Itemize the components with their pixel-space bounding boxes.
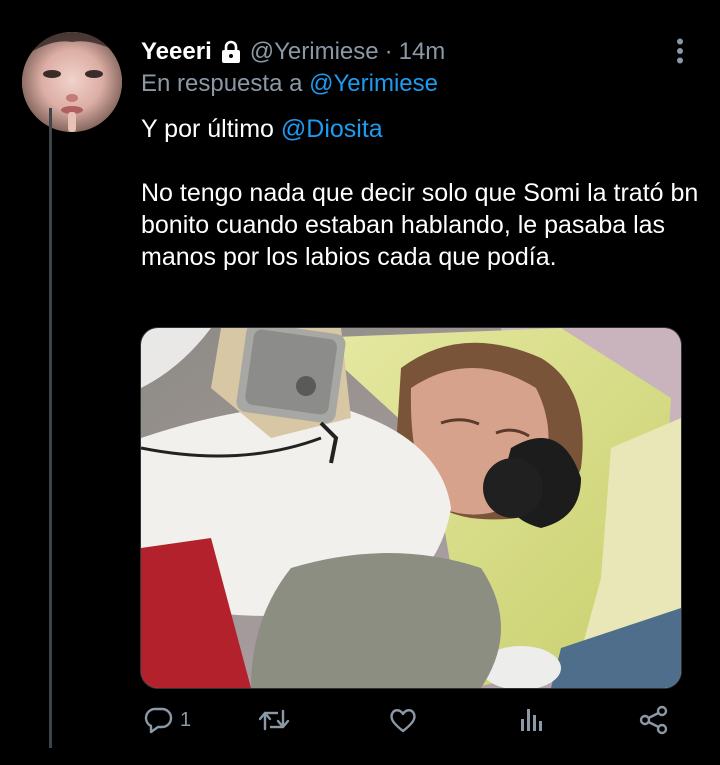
more-vertical-icon[interactable] (676, 38, 684, 64)
user-handle[interactable]: @Yerimiese (250, 38, 379, 66)
tweet-photo[interactable] (140, 327, 682, 689)
retweet-icon (258, 705, 290, 735)
tweet-line-1-text: Y por último (141, 115, 274, 143)
analytics-icon (516, 705, 546, 735)
tweet-actions: 1 (140, 700, 680, 740)
retweet-button[interactable] (258, 700, 290, 740)
share-button[interactable] (638, 700, 670, 740)
analytics-button[interactable] (516, 700, 546, 740)
like-button[interactable] (388, 700, 418, 740)
avatar-column (22, 32, 122, 132)
photo-image (141, 328, 681, 688)
avatar[interactable] (22, 32, 122, 132)
reply-context: En respuesta a @Yerimiese (141, 70, 438, 98)
tweet-mention[interactable]: @Diosita (281, 115, 383, 143)
tweet-text: Y por último @Diosita No tengo nada que … (141, 113, 701, 273)
share-icon (638, 705, 670, 735)
reply-icon (144, 705, 174, 735)
reply-mention[interactable]: @Yerimiese (309, 70, 438, 97)
thread-line (49, 108, 52, 748)
tweet-time[interactable]: 14m (399, 38, 446, 66)
tweet-header: Yeeeri @Yerimiese · 14m (141, 36, 445, 68)
tweet-paragraph: No tengo nada que decir solo que Somi la… (141, 179, 699, 271)
reply-prefix: En respuesta a (141, 70, 303, 97)
reply-count: 1 (180, 708, 192, 731)
reply-button[interactable]: 1 (144, 700, 191, 740)
tweet-line-1: Y por último @Diosita (141, 113, 701, 145)
heart-icon (388, 705, 418, 735)
tweet[interactable]: Yeeeri @Yerimiese · 14m En respuesta a @… (0, 0, 720, 765)
avatar-image (22, 32, 122, 132)
separator-dot: · (384, 38, 393, 65)
display-name[interactable]: Yeeeri (141, 38, 212, 66)
lock-icon (220, 40, 242, 64)
